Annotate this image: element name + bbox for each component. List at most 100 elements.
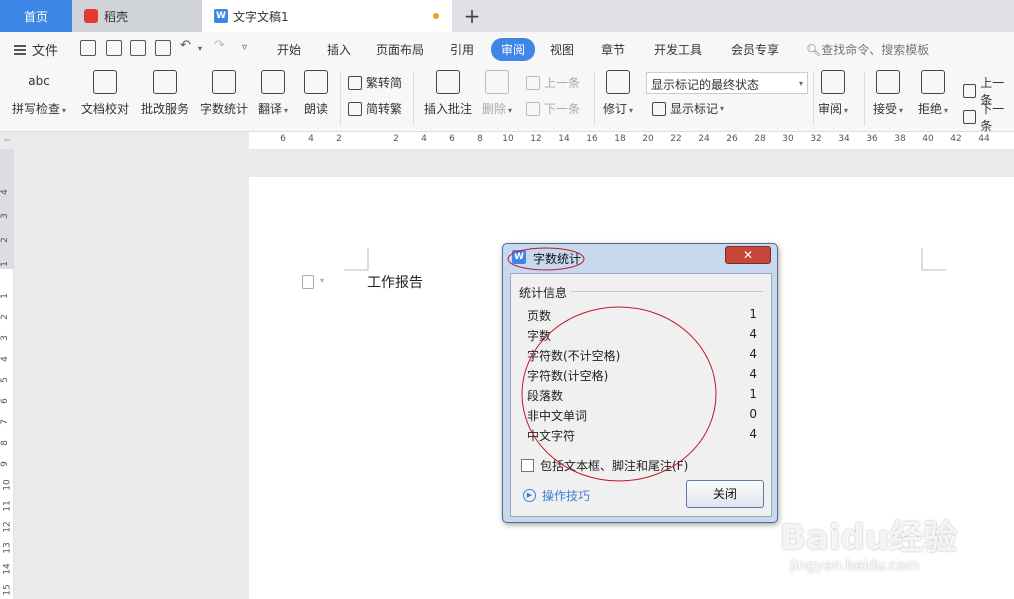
ruler-tick: 12 [530, 134, 542, 144]
doc-proof-button[interactable]: 文档校对 [81, 70, 129, 117]
command-search[interactable]: 🔍︎查找命令、搜索模板 [806, 41, 929, 58]
markup-state-select[interactable]: 显示标记的最终状态 ▾ [646, 72, 808, 94]
tab-view[interactable]: 视图 [550, 41, 574, 58]
ruler-tick: 9 [0, 461, 10, 467]
word-count-dialog: W 字数统计 ✕ 统计信息 页数 1 字数 4 字符数(不计空格) 4 字符数(计空格) 4 段… [502, 243, 778, 523]
next-comment-icon [526, 101, 540, 116]
prev-comment-button[interactable]: 上一条 [526, 74, 580, 91]
ribbon-divider [413, 72, 414, 126]
print-icon[interactable] [130, 40, 146, 56]
preview-icon[interactable] [155, 40, 171, 56]
word-count-button[interactable]: 字数统计 [200, 70, 248, 117]
next-comment-button[interactable]: 下一条 [526, 100, 580, 117]
new-tab-button[interactable]: + [456, 0, 488, 32]
save-icon[interactable] [80, 40, 96, 56]
ruler-tick: 1 [0, 261, 10, 267]
ruler-tick: 6 [449, 134, 455, 144]
tab-home[interactable]: 首页 [0, 0, 72, 32]
redo-icon[interactable]: ↷ [214, 38, 225, 53]
stat-label: 段落数 [527, 389, 564, 403]
ruler-tick: 2 [0, 237, 10, 243]
stat-value: 0 [749, 407, 757, 421]
tab-dev-tools[interactable]: 开发工具 [654, 41, 702, 58]
paragraph-handle-icon[interactable] [302, 275, 314, 289]
tab-references[interactable]: 引用 [450, 41, 474, 58]
dialog-close-x-button[interactable]: ✕ [725, 246, 771, 264]
tab-review[interactable]: 审阅 [491, 38, 536, 61]
track-changes-icon [606, 70, 631, 94]
tab-document[interactable]: W 文字文稿1 [202, 0, 452, 32]
baidu-watermark: Baidu经验 [780, 518, 958, 558]
include-textbox-checkbox[interactable]: 包括文本框、脚注和尾注(F) [521, 457, 688, 474]
show-markup-button[interactable]: 显示标记 ▾ [652, 100, 724, 117]
translate-button[interactable]: 翻译 ▾ [258, 70, 288, 117]
ruler-tick: 34 [838, 134, 850, 144]
review-pane-icon [821, 70, 846, 94]
checkbox-box[interactable] [521, 459, 534, 472]
tab-daoke[interactable]: 稻壳 [72, 0, 202, 32]
delete-comment-button[interactable]: 删除 ▾ [482, 70, 512, 117]
tab-stop-icon[interactable]: ⌐ [4, 136, 11, 145]
tips-link[interactable]: ▶ 操作技巧 [523, 487, 590, 504]
stat-value: 1 [749, 307, 757, 321]
accept-button[interactable]: 接受 ▾ [873, 70, 903, 117]
ruler-tick: 40 [922, 134, 934, 144]
ruler-tick: 8 [0, 440, 10, 446]
ruler-tick: 7 [0, 419, 10, 425]
review-service-icon [153, 70, 177, 94]
next-change-button[interactable]: 下一条 [963, 100, 1014, 134]
spell-check-button[interactable]: abc 拼写检查 ▾ [12, 70, 66, 117]
ruler-tick: 3 [0, 335, 10, 341]
unsaved-dot-icon [433, 13, 439, 19]
ruler-tick: 14 [558, 134, 570, 144]
doc-proof-icon [93, 70, 117, 94]
stat-row: 中文字符 4 [527, 427, 757, 444]
review-pane-button[interactable]: 审阅 ▾ [818, 70, 848, 117]
trad-to-simp-button[interactable]: 繁转简 [348, 74, 402, 91]
close-button[interactable]: 关闭 [686, 480, 764, 508]
ruler-tick: 32 [810, 134, 822, 144]
ruler-tick: 8 [477, 134, 483, 144]
stat-row: 字符数(计空格) 4 [527, 367, 757, 384]
undo-caret-icon[interactable]: ▾ [198, 44, 202, 53]
simp-to-trad-button[interactable]: 简转繁 [348, 100, 402, 117]
accept-icon [876, 70, 901, 94]
word-count-icon [212, 70, 236, 94]
ruler-tick: 4 [308, 134, 314, 144]
ruler-tick: 11 [2, 500, 13, 512]
ruler-tick: 2 [393, 134, 399, 144]
ruler-tick: 12 [2, 521, 13, 533]
customize-caret-icon[interactable]: ▿ [242, 42, 247, 53]
tab-chapter[interactable]: 章节 [601, 41, 625, 58]
tab-start[interactable]: 开始 [277, 41, 301, 58]
export-icon[interactable] [106, 40, 122, 56]
undo-icon[interactable]: ↶ [180, 38, 191, 53]
read-aloud-icon [304, 70, 328, 94]
chevron-down-icon[interactable]: ▾ [320, 276, 324, 285]
read-aloud-button[interactable]: 朗读 [304, 70, 328, 117]
prev-comment-icon [526, 75, 540, 90]
vertical-ruler[interactable]: 4 3 2 1 1 2 3 4 5 6 7 8 9 10 11 12 13 14 15 [0, 149, 14, 599]
ruler-tick: 13 [2, 542, 13, 554]
ruler-tick: 14 [2, 563, 13, 575]
search-icon: 🔍︎ [806, 43, 822, 57]
stat-value: 4 [749, 367, 757, 381]
ruler-tick: 15 [2, 584, 13, 596]
insert-comment-button[interactable]: 插入批注 [424, 70, 472, 117]
tab-page-layout[interactable]: 页面布局 [376, 41, 424, 58]
ruler-tick: 4 [0, 189, 10, 195]
document-text[interactable]: 工作报告 [367, 272, 423, 292]
tab-bar: 首页 稻壳 W 文字文稿1 + [0, 0, 1014, 32]
track-changes-button[interactable]: 修订 ▾ [603, 70, 633, 117]
file-menu-button[interactable]: 文件 [14, 40, 58, 59]
ruler-tick: 4 [421, 134, 427, 144]
horizontal-ruler[interactable]: ⌐ 6 4 2 2 4 6 8 10 12 14 16 18 20 22 24 26 28 30 32 34 36 38 4… [0, 132, 1014, 149]
tab-member[interactable]: 会员专享 [731, 41, 779, 58]
stat-label: 非中文单词 [527, 409, 588, 423]
reject-button[interactable]: 拒绝 ▾ [918, 70, 948, 117]
review-service-button[interactable]: 批改服务 [141, 70, 189, 117]
baidu-watermark-url: jingyan.baidu.com [790, 558, 920, 574]
tab-insert[interactable]: 插入 [327, 41, 351, 58]
ruler-tick: 6 [0, 398, 10, 404]
stat-value: 4 [749, 327, 757, 341]
